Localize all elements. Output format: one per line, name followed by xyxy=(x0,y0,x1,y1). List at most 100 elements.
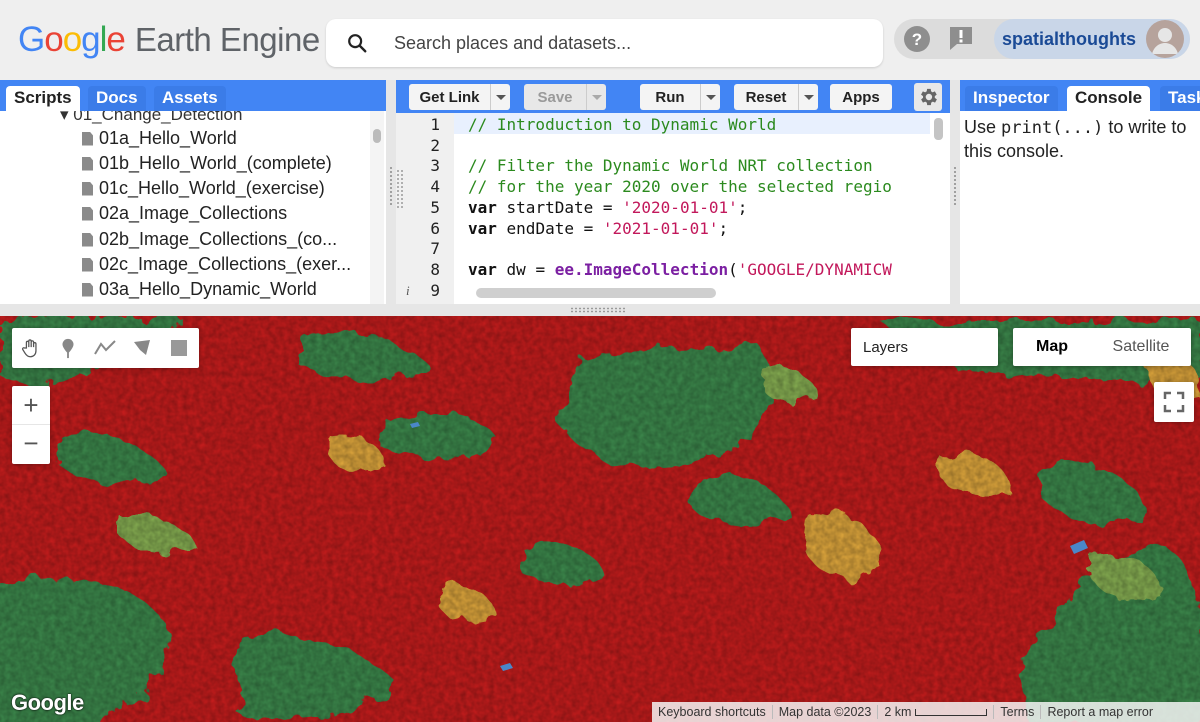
draw-rectangle-tool[interactable] xyxy=(160,328,197,368)
map-type-map[interactable]: Map xyxy=(1013,328,1091,366)
user-bar: ? spatialthoughts xyxy=(894,19,1190,59)
code-string: '2021-01-01' xyxy=(602,219,719,238)
run-button[interactable]: Run xyxy=(640,84,720,110)
script-item[interactable]: 02a_Image_Collections xyxy=(82,201,287,226)
username: spatialthoughts xyxy=(1002,29,1136,49)
scrollbar-thumb[interactable] xyxy=(934,118,943,140)
google-wordmark: Google xyxy=(18,20,126,59)
layers-button[interactable]: Layers xyxy=(851,328,998,366)
search-icon xyxy=(348,34,367,53)
fullscreen-button[interactable] xyxy=(1154,382,1194,422)
code-keyword: var xyxy=(468,198,497,217)
user-avatar-icon xyxy=(1152,28,1178,54)
zoom-in-button[interactable]: + xyxy=(12,386,50,424)
gear-icon xyxy=(921,88,937,106)
terms-link[interactable]: Terms xyxy=(994,705,1042,719)
report-map-error-link[interactable]: Report a map error xyxy=(1041,705,1159,719)
tab-docs[interactable]: Docs xyxy=(88,86,146,111)
get-link-dropdown[interactable] xyxy=(490,84,510,110)
info-icon[interactable]: i xyxy=(406,283,410,299)
draw-polygon-tool[interactable] xyxy=(123,328,160,368)
splitter-grip[interactable] xyxy=(570,307,626,313)
drawing-tools xyxy=(12,328,199,368)
file-icon xyxy=(82,232,93,247)
pan-tool[interactable] xyxy=(12,328,49,368)
reset-label: Reset xyxy=(745,88,787,106)
console-output: Use print(...) to write to this console. xyxy=(964,116,1194,163)
script-item[interactable]: 01b_Hello_World_(complete) xyxy=(82,151,332,176)
file-icon xyxy=(82,257,93,272)
script-item[interactable]: 02b_Image_Collections_(co... xyxy=(82,227,337,252)
code-line: var endDate = '2021-01-01'; xyxy=(468,219,728,238)
right-tabbar: Inspector Console Tasks xyxy=(960,80,1200,111)
reset-dropdown[interactable] xyxy=(798,84,818,110)
add-marker-tool[interactable] xyxy=(49,328,86,368)
code-text: ( xyxy=(728,260,738,279)
marker-icon xyxy=(62,338,73,359)
save-button[interactable]: Save xyxy=(524,84,606,110)
console-text: Use xyxy=(964,117,1002,137)
code-comment: // Introduction to Dynamic World xyxy=(468,115,777,134)
scale-label: 2 km xyxy=(884,705,912,719)
splitter-grip[interactable] xyxy=(389,166,393,206)
draw-line-tool[interactable] xyxy=(86,328,123,368)
right-splitter[interactable] xyxy=(950,80,960,304)
chevron-down-icon xyxy=(803,94,814,100)
chevron-down-icon xyxy=(591,94,602,100)
script-item[interactable]: 03a_Hello_Dynamic_World xyxy=(82,277,317,302)
left-splitter[interactable] xyxy=(386,80,396,304)
polyline-icon xyxy=(93,340,116,355)
search-input[interactable] xyxy=(392,31,852,55)
script-item[interactable]: 01c_Hello_World_(exercise) xyxy=(82,176,325,201)
get-link-button[interactable]: Get Link xyxy=(409,84,510,110)
code-line: // for the year 2020 over the selected r… xyxy=(468,177,892,196)
feedback-icon[interactable] xyxy=(946,24,976,54)
help-icon[interactable]: ? xyxy=(902,24,932,54)
search-box[interactable] xyxy=(326,19,883,67)
save-dropdown[interactable] xyxy=(586,84,606,110)
avatar[interactable] xyxy=(1146,20,1184,58)
line-number: 9 xyxy=(430,281,440,300)
script-item[interactable]: 01a_Hello_World xyxy=(82,126,237,151)
run-dropdown[interactable] xyxy=(700,84,720,110)
map-view[interactable]: + − Layers Map Satellite Google Keyboard… xyxy=(0,316,1200,722)
zoom-out-button[interactable]: − xyxy=(12,424,50,462)
apps-label: Apps xyxy=(842,88,880,106)
line-number: 6 xyxy=(430,219,440,238)
editor-horizontal-scrollbar[interactable] xyxy=(476,288,716,298)
gutter-grip[interactable] xyxy=(396,169,404,209)
apps-button[interactable]: Apps xyxy=(830,84,892,110)
account-button[interactable]: spatialthoughts xyxy=(994,19,1190,59)
script-label: 01a_Hello_World xyxy=(99,128,237,148)
map-splitter[interactable] xyxy=(0,304,1200,316)
line-number-gutter: 1 2 3 4 5 6 7 8 9 i xyxy=(396,113,454,304)
earth-engine-logo[interactable]: Google Earth Engine xyxy=(18,20,320,64)
settings-button[interactable] xyxy=(914,83,942,111)
script-label: 01c_Hello_World_(exercise) xyxy=(99,178,325,198)
map-type-satellite[interactable]: Satellite xyxy=(1091,328,1191,366)
chevron-down-icon xyxy=(705,94,716,100)
scale-control[interactable]: 2 km xyxy=(878,705,995,719)
script-label: 01b_Hello_World_(complete) xyxy=(99,153,332,173)
tab-assets[interactable]: Assets xyxy=(154,86,226,111)
scrollbar-thumb[interactable] xyxy=(373,129,381,143)
tab-scripts[interactable]: Scripts xyxy=(6,86,80,111)
scripts-scrollbar[interactable] xyxy=(370,111,384,304)
tab-tasks[interactable]: Tasks xyxy=(1160,86,1200,111)
product-name: Earth Engine xyxy=(134,21,320,58)
script-item[interactable]: 02c_Image_Collections_(exer... xyxy=(82,252,351,277)
tab-inspector[interactable]: Inspector xyxy=(965,86,1058,111)
code-area[interactable]: // Introduction to Dynamic World // Filt… xyxy=(454,113,930,304)
keyboard-shortcuts-link[interactable]: Keyboard shortcuts xyxy=(652,705,773,719)
code-line: // Introduction to Dynamic World xyxy=(468,115,776,134)
editor-vertical-scrollbar[interactable] xyxy=(930,113,950,304)
line-number: 3 xyxy=(430,156,440,175)
folder-item[interactable]: ▾ 01_Change_Detection xyxy=(60,111,242,125)
reset-button[interactable]: Reset xyxy=(734,84,818,110)
rectangle-icon xyxy=(170,340,187,356)
polygon-icon xyxy=(133,340,150,355)
splitter-grip[interactable] xyxy=(953,166,957,206)
tab-console[interactable]: Console xyxy=(1067,86,1151,111)
line-number: 7 xyxy=(430,239,440,258)
script-label: 02c_Image_Collections_(exer... xyxy=(99,254,352,274)
